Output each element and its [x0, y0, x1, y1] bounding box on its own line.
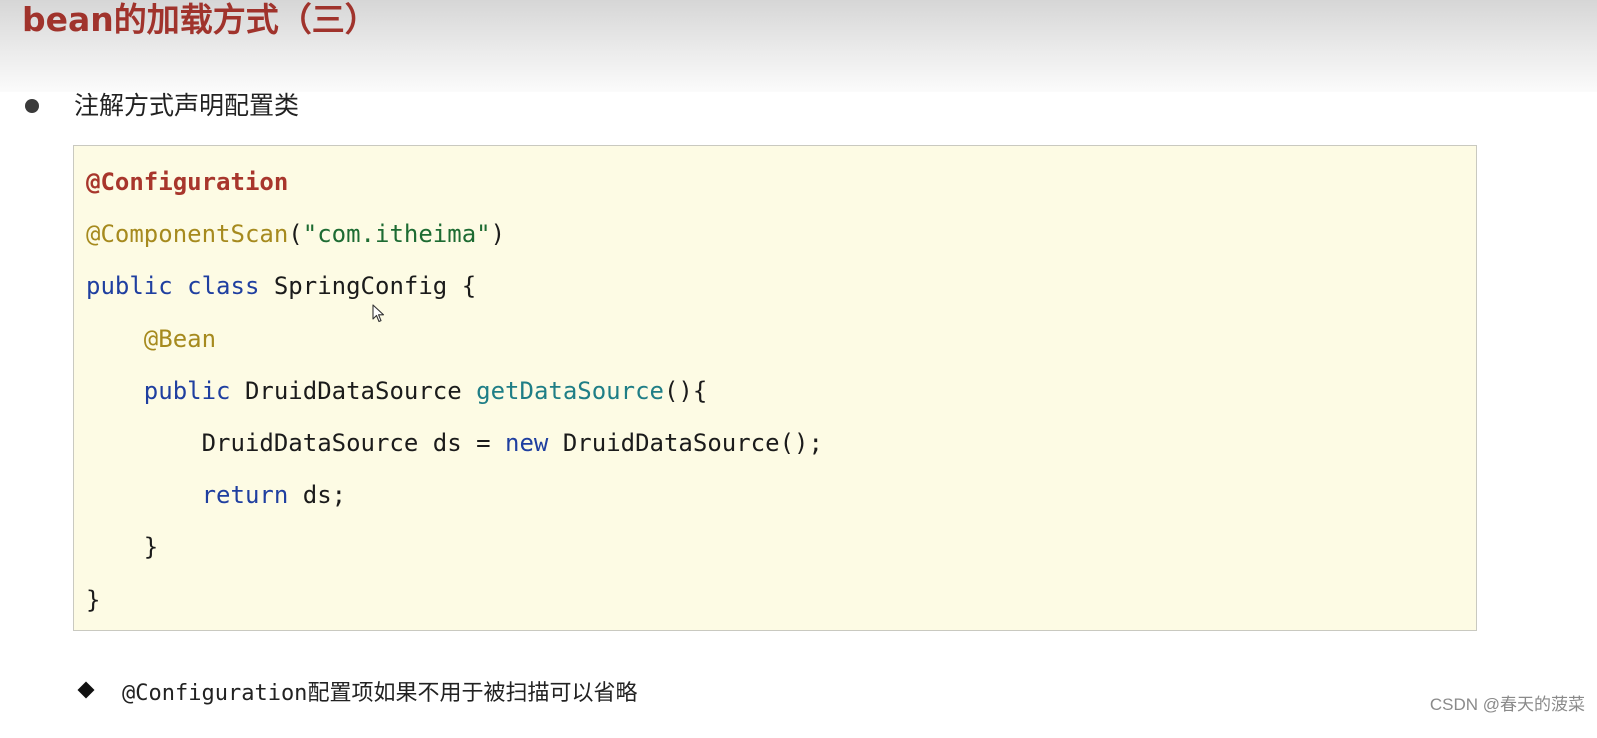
code-line: @ComponentScan("com.itheima") [86, 214, 505, 254]
code-block: @Configuration @ComponentScan("com.ithei… [73, 145, 1477, 631]
watermark: CSDN @春天的菠菜 [1429, 695, 1585, 714]
bullet-text: 注解方式声明配置类 [74, 91, 300, 120]
code-token: (){ [663, 377, 708, 405]
code-line: DruidDataSource ds = new DruidDataSource… [86, 423, 823, 463]
code-token: "com.itheima" [302, 220, 491, 248]
code-token: @ComponentScan [86, 220, 289, 248]
code-token: SpringConfig { [259, 272, 477, 300]
code-line: @Bean [86, 319, 216, 359]
code-token: public [143, 377, 231, 405]
note-text: @Configuration配置项如果不用于被扫描可以省略 [122, 676, 637, 712]
code-token: @Configuration [86, 168, 289, 196]
code-line: public DruidDataSource getDataSource(){ [86, 371, 708, 411]
slide-title: bean的加载方式（三） [22, 0, 378, 39]
note-code: @Configuration [122, 681, 308, 706]
code-token: class [187, 272, 260, 300]
code-token: return [201, 481, 289, 509]
code-token: DruidDataSource ds = [86, 429, 506, 457]
code-line: public class SpringConfig { [86, 266, 476, 306]
code-token: public [86, 272, 173, 300]
code-token: ) [490, 220, 506, 248]
code-token: @Bean [143, 325, 217, 353]
code-token: ( [288, 220, 303, 248]
mouse-pointer-icon [372, 304, 385, 323]
code-line: return ds; [86, 475, 347, 515]
code-token: } [86, 586, 101, 614]
code-line: } [86, 580, 100, 620]
diamond-bullet-icon [77, 681, 95, 699]
code-token: DruidDataSource [230, 377, 477, 405]
code-line: @Configuration [86, 162, 288, 202]
code-token: DruidDataSource(); [548, 429, 823, 457]
bullet-dot-icon [25, 99, 39, 113]
code-token: } [86, 533, 159, 561]
code-token: new [505, 429, 549, 457]
code-token: getDataSource [476, 377, 664, 405]
code-line: } [86, 527, 158, 567]
note-description: 配置项如果不用于被扫描可以省略 [307, 681, 638, 706]
code-token: ds; [288, 481, 347, 509]
